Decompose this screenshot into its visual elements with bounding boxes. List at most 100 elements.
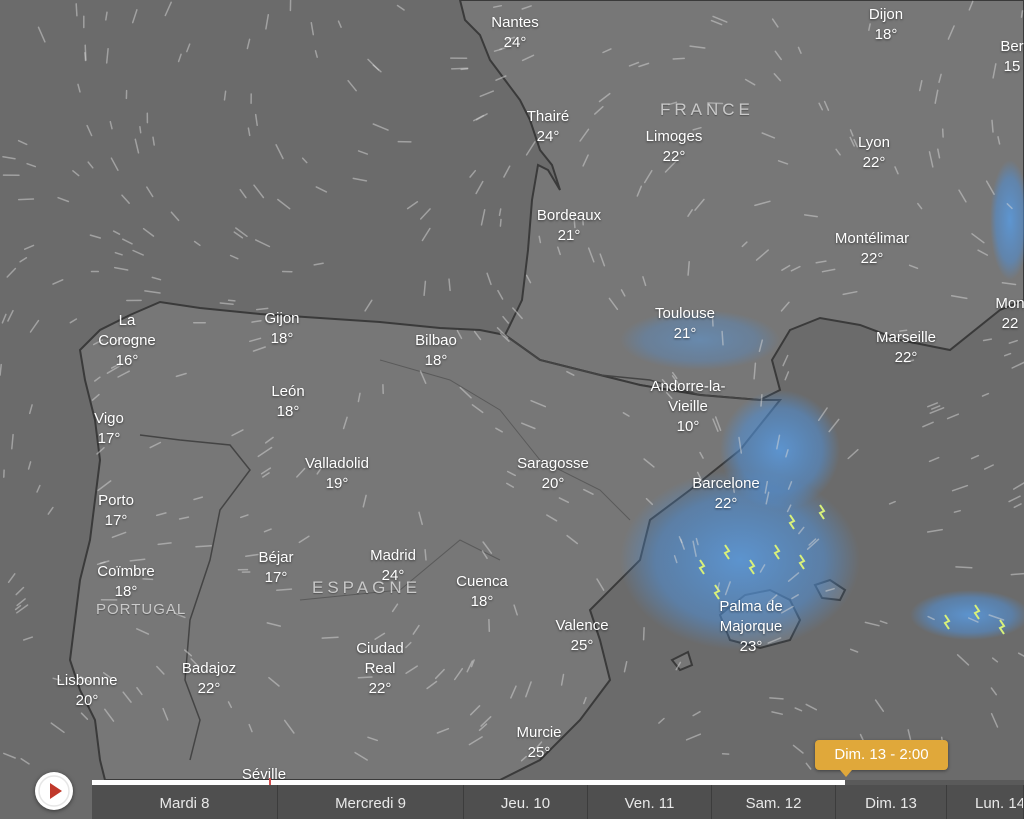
city-andorre[interactable]: Andorre-la- Vieille 10° — [650, 377, 725, 437]
city-temp: 20° — [75, 692, 99, 709]
city-coimbre[interactable]: Coïmbre 18° — [97, 562, 155, 602]
city-temp: 22° — [862, 154, 886, 171]
city-valence[interactable]: Valence 25° — [555, 616, 608, 656]
city-temp: 24° — [381, 567, 405, 584]
city-leon[interactable]: León 18° — [271, 382, 304, 422]
wind-streak — [75, 3, 78, 17]
city-temp: 10° — [676, 418, 700, 435]
city-name: Ciudad Real — [356, 640, 404, 677]
city-thaire[interactable]: Thairé 24° — [527, 107, 570, 147]
city-temp: 19° — [325, 475, 349, 492]
city-la-corogne[interactable]: La Corogne 16° — [98, 311, 156, 371]
city-name: Vigo — [94, 410, 124, 427]
city-name: Bordeaux — [536, 207, 602, 224]
city-name: Andorre-la- Vieille — [650, 378, 726, 415]
city-temp: 20° — [541, 475, 565, 492]
city-name: Madrid — [370, 547, 416, 564]
city-name: Mon — [995, 295, 1024, 312]
city-name: Béjar — [258, 549, 294, 566]
wind-streak — [424, 549, 427, 561]
city-temp: 22° — [894, 349, 918, 366]
timeline-day-mardi-8[interactable]: Mardi 8 — [92, 785, 278, 819]
city-name: Murcie — [516, 724, 562, 741]
country-label-portugal: PORTUGAL — [96, 601, 187, 618]
wind-streak — [769, 697, 784, 700]
weather-map[interactable] — [0, 0, 1024, 819]
city-madrid[interactable]: Madrid 24° — [370, 546, 416, 586]
city-temp: 18° — [276, 403, 300, 420]
city-name: La Corogne — [98, 312, 156, 349]
city-temp: 24° — [536, 128, 560, 145]
city-bejar[interactable]: Béjar 17° — [258, 548, 293, 588]
city-murcie[interactable]: Murcie 25° — [516, 723, 561, 763]
city-temp: 22° — [714, 495, 738, 512]
city-name: Cuenca — [456, 573, 508, 590]
wind-streak — [84, 44, 87, 61]
city-nantes[interactable]: Nantes 24° — [491, 13, 539, 53]
city-temp: 23° — [739, 638, 763, 655]
city-palma[interactable]: Palma de Majorque 23° — [719, 597, 782, 657]
city-name: Toulouse — [654, 305, 716, 322]
timeline-day-dim-13[interactable]: Dim. 13 — [836, 785, 947, 819]
city-name: Dijon — [868, 6, 904, 23]
city-name: Lyon — [858, 134, 890, 151]
city-temp: 17° — [97, 430, 121, 447]
city-temp: 17° — [104, 512, 128, 529]
city-dijon[interactable]: Dijon 18° — [869, 5, 903, 45]
city-lisbonne[interactable]: Lisbonne 20° — [57, 671, 118, 711]
country-label-france: FRANCE — [660, 100, 754, 119]
city-valladolid[interactable]: Valladolid 19° — [305, 454, 369, 494]
city-name: Marseille — [875, 329, 937, 346]
city-limoges[interactable]: Limoges 22° — [646, 127, 703, 167]
timeline-day-lun-14[interactable]: Lun. 14 — [947, 785, 1024, 819]
wind-streak — [321, 636, 339, 639]
timeline-day-ven-11[interactable]: Ven. 11 — [588, 785, 712, 819]
wind-streak — [17, 198, 35, 201]
timeline-day-mercredi-9[interactable]: Mercredi 9 — [278, 785, 464, 819]
wind-streak — [450, 67, 469, 70]
city-barcelone[interactable]: Barcelone 22° — [692, 474, 760, 514]
city-bern[interactable]: Ber 15 — [1000, 37, 1023, 77]
wind-streak — [139, 125, 142, 134]
city-temp: 22° — [197, 680, 221, 697]
city-name: Montélimar — [834, 230, 910, 247]
city-temp: 18° — [470, 593, 494, 610]
city-name: Bilbao — [415, 332, 457, 349]
city-toulouse[interactable]: Toulouse 21° — [655, 304, 715, 344]
wind-streak — [955, 566, 973, 569]
timeline-day-bar: Mardi 8 Mercredi 9 Jeu. 10 Ven. 11 Sam. … — [92, 785, 1024, 819]
city-name: Palma de Majorque — [719, 598, 783, 635]
city-vigo[interactable]: Vigo 17° — [94, 409, 124, 449]
city-gijon[interactable]: Gijon 18° — [264, 309, 299, 349]
city-marseille[interactable]: Marseille 22° — [876, 328, 936, 368]
city-monaco[interactable]: Mon 22 — [995, 294, 1024, 334]
play-icon — [38, 775, 70, 807]
timeline-day-jeu-10[interactable]: Jeu. 10 — [464, 785, 588, 819]
city-lyon[interactable]: Lyon 22° — [858, 133, 890, 173]
city-temp: 16° — [115, 352, 139, 369]
city-temp: 22° — [368, 680, 392, 697]
wind-streak — [672, 57, 685, 60]
city-name: Badajoz — [181, 660, 237, 677]
city-temp: 18° — [874, 26, 898, 43]
city-temp: 18° — [424, 352, 448, 369]
city-temp: 17° — [264, 569, 288, 586]
timeline-time-tooltip[interactable]: Dim. 13 - 2:00 — [815, 740, 948, 770]
city-temp: 18° — [270, 330, 294, 347]
city-badajoz[interactable]: Badajoz 22° — [182, 659, 236, 699]
city-montelimar[interactable]: Montélimar 22° — [835, 229, 909, 269]
city-saragosse[interactable]: Saragosse 20° — [517, 454, 589, 494]
city-cuenca[interactable]: Cuenca 18° — [456, 572, 508, 612]
timeline-day-sam-12[interactable]: Sam. 12 — [712, 785, 836, 819]
wind-streak — [1020, 10, 1024, 18]
city-bilbao[interactable]: Bilbao 18° — [415, 331, 457, 371]
city-bordeaux[interactable]: Bordeaux 21° — [537, 206, 601, 246]
wind-streak — [227, 299, 236, 302]
city-name: Nantes — [491, 14, 539, 31]
city-ciudad-real[interactable]: Ciudad Real 22° — [356, 639, 404, 699]
city-name: Limoges — [645, 128, 703, 145]
wind-streak — [760, 394, 763, 407]
city-porto[interactable]: Porto 17° — [98, 491, 134, 531]
city-temp: 25° — [570, 637, 594, 654]
play-button[interactable] — [35, 772, 73, 810]
